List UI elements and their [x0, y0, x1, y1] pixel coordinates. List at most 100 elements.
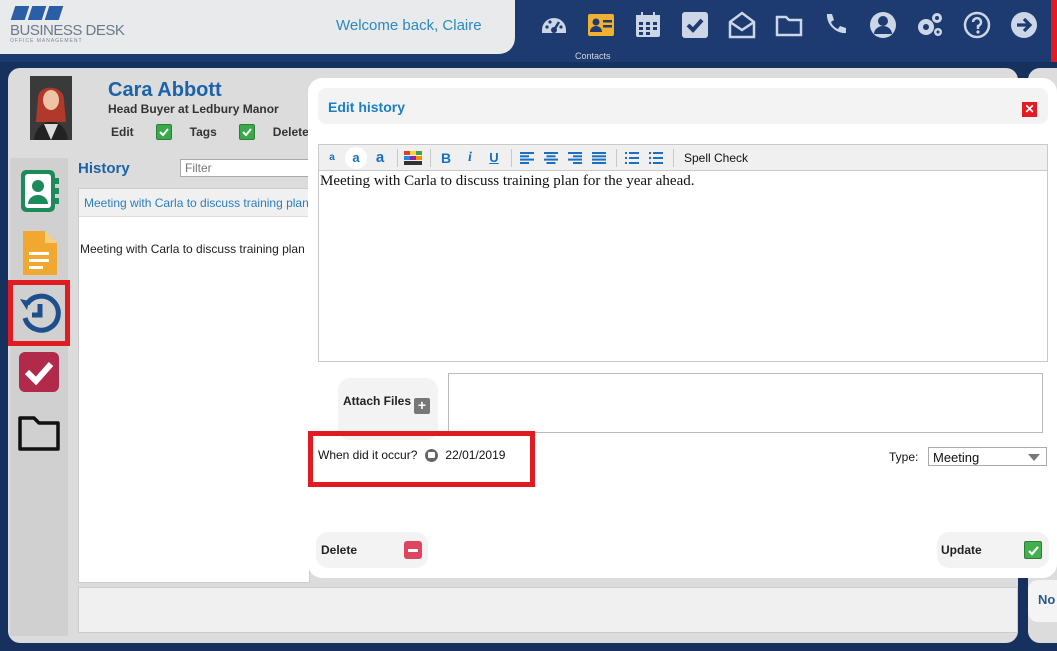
type-label: Type: [889, 450, 919, 464]
bold-button[interactable]: B [435, 147, 457, 169]
color-palette-icon [404, 150, 422, 165]
update-label: Update [941, 543, 982, 557]
logo-mark [10, 6, 124, 20]
justify-button[interactable] [588, 147, 610, 169]
contacts-icon [587, 14, 614, 36]
user-icon [869, 12, 896, 38]
toolbar-divider [616, 148, 617, 167]
nav-active-caption: Contacts [575, 51, 611, 61]
align-right-icon [568, 151, 582, 164]
nav-profile[interactable] [859, 6, 906, 44]
modal-header: Edit history ✕ [318, 88, 1048, 124]
type-select[interactable]: Meeting [928, 447, 1047, 466]
task-check-icon [19, 352, 59, 392]
contact-card-icon [21, 170, 59, 212]
side-notes[interactable] [16, 228, 62, 278]
delete-label: Delete [321, 543, 358, 557]
nav-calendar[interactable] [624, 6, 671, 44]
close-button[interactable]: ✕ [1022, 102, 1037, 117]
align-left-icon [520, 151, 534, 164]
toolbar-divider [511, 148, 512, 167]
contact-side-menu [10, 158, 68, 636]
nav-help[interactable] [953, 6, 1000, 44]
welcome-message: Welcome back, Claire [336, 17, 482, 34]
bullet-list-icon [649, 151, 663, 164]
nav-phone[interactable] [812, 6, 859, 44]
check-icon [158, 128, 169, 137]
nav-files[interactable] [765, 6, 812, 44]
attachments-dropzone[interactable] [448, 373, 1043, 433]
bottom-strip [78, 587, 1018, 633]
numbered-list-button[interactable] [621, 147, 643, 169]
minus-icon [404, 541, 422, 559]
edit-history-modal: Edit history ✕ a a a B i U Spell Check M… [308, 78, 1057, 578]
font-large-button[interactable]: a [369, 147, 391, 169]
check-icon [242, 128, 252, 137]
history-filter-input[interactable] [180, 159, 310, 177]
toolbar-divider [673, 148, 674, 167]
align-center-button[interactable] [540, 147, 562, 169]
nav-tasks[interactable] [671, 6, 718, 44]
side-tasks[interactable] [16, 348, 62, 398]
contact-actions: Edit Tags Delete [111, 124, 331, 140]
mail-icon [728, 11, 755, 39]
logo-text: BUSINESS DESK [10, 22, 125, 39]
app-logo[interactable]: BUSINESS DESK OFFICE MANAGEMENT [10, 6, 125, 44]
nav-logout[interactable] [1000, 6, 1047, 44]
font-small-button[interactable]: a [321, 147, 343, 169]
history-highlight-box [8, 280, 70, 346]
edit-contact-label: Edit [111, 125, 134, 139]
date-highlight-box [308, 431, 535, 487]
justify-icon [592, 151, 606, 164]
history-text-editor[interactable]: Meeting with Carla to discuss training p… [318, 170, 1048, 362]
top-bar: BUSINESS DESK OFFICE MANAGEMENT Welcome … [0, 0, 1057, 62]
chevron-down-icon [1028, 454, 1040, 461]
attach-files-label: Attach Files [343, 394, 412, 408]
history-list: Meeting with Carla to discuss training p… [78, 188, 310, 583]
logout-icon [1010, 12, 1037, 38]
side-files[interactable] [16, 408, 62, 458]
edit-contact-button[interactable] [155, 124, 172, 140]
italic-button[interactable]: i [459, 147, 481, 169]
editor-toolbar: a a a B i U Spell Check [318, 144, 1048, 170]
type-select-value: Meeting [933, 450, 980, 465]
nav-mail[interactable] [718, 6, 765, 44]
folder-icon [18, 416, 60, 451]
tags-button[interactable] [238, 124, 255, 140]
avatar [30, 76, 72, 140]
bullet-list-button[interactable] [645, 147, 667, 169]
help-icon [963, 11, 990, 39]
numbered-list-icon [625, 151, 639, 164]
window-edge [1051, 0, 1057, 62]
history-entry-title[interactable]: Meeting with Carla to discuss training p… [79, 189, 309, 217]
calendar-icon [635, 12, 660, 37]
phone-icon [826, 14, 846, 34]
contact-role: Head Buyer at Ledbury Manor [108, 102, 279, 116]
nav-settings[interactable] [906, 6, 953, 44]
spell-check-button[interactable]: Spell Check [684, 147, 748, 169]
side-no-button[interactable]: No [1028, 580, 1057, 622]
text-color-button[interactable] [402, 147, 424, 169]
delete-contact-label[interactable]: Delete [273, 125, 309, 139]
tags-label: Tags [189, 125, 217, 139]
check-icon [1024, 541, 1042, 559]
underline-button[interactable]: U [483, 147, 505, 169]
toolbar-divider [430, 148, 431, 167]
document-icon [23, 231, 57, 275]
history-entry-body: Meeting with Carla to discuss training p… [80, 242, 309, 256]
align-right-button[interactable] [564, 147, 586, 169]
update-button[interactable]: Update [937, 532, 1049, 568]
folder-icon [775, 15, 802, 37]
avatar-photo [30, 76, 72, 140]
nav-contacts[interactable] [577, 6, 624, 44]
dashboard-icon [541, 18, 566, 33]
delete-button[interactable]: Delete [316, 532, 428, 568]
history-heading: History [78, 160, 130, 177]
nav-dashboard[interactable] [530, 6, 577, 44]
tasks-icon [681, 12, 708, 38]
align-left-button[interactable] [516, 147, 538, 169]
toolbar-divider [397, 148, 398, 167]
side-contact-details[interactable] [16, 166, 62, 216]
brand-panel: BUSINESS DESK OFFICE MANAGEMENT Welcome … [0, 0, 515, 54]
font-medium-button[interactable]: a [345, 146, 367, 169]
